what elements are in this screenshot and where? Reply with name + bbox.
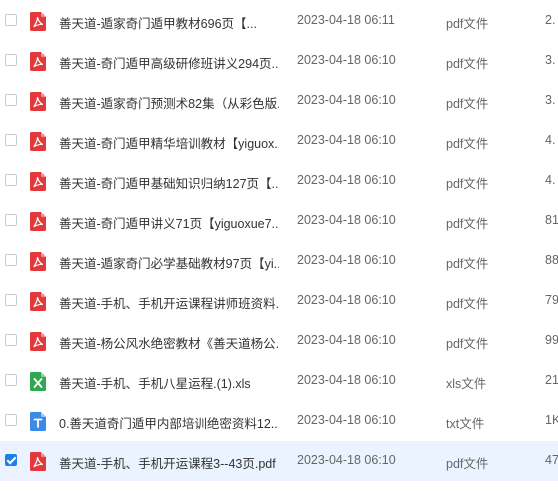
file-modified-date: 2023-04-18 06:10 xyxy=(297,373,396,387)
file-modified-date: 2023-04-18 06:10 xyxy=(297,453,396,467)
file-row-selected[interactable]: 善天道-手机、手机开运课程3--43页.pdf 2023-04-18 06:10… xyxy=(0,441,558,481)
file-type: txt文件 xyxy=(446,417,485,431)
file-size: 21 xyxy=(545,373,558,387)
file-name[interactable]: 善天道-奇门遁甲讲义71页【yiguoxue7... xyxy=(59,213,279,232)
file-size: 88 xyxy=(545,253,558,267)
xls-icon xyxy=(30,372,46,391)
file-name[interactable]: 善天道-奇门遁甲高级研修班讲义294页... xyxy=(59,53,279,72)
file-type: pdf文件 xyxy=(446,337,489,351)
row-checkbox[interactable] xyxy=(5,254,17,266)
file-name[interactable]: 善天道-奇门遁甲基础知识归纳127页【... xyxy=(59,173,279,192)
row-checkbox[interactable] xyxy=(5,134,17,146)
file-type: pdf文件 xyxy=(446,457,489,471)
file-type: pdf文件 xyxy=(446,217,489,231)
file-size: 3. xyxy=(545,93,556,107)
file-size: 3. xyxy=(545,53,556,67)
pdf-icon xyxy=(30,92,46,111)
file-row[interactable]: 善天道-手机、手机八星运程.(1).xls 2023-04-18 06:10 x… xyxy=(0,361,558,401)
pdf-icon xyxy=(30,452,46,471)
file-type: xls文件 xyxy=(446,377,487,391)
file-modified-date: 2023-04-18 06:11 xyxy=(297,13,395,27)
file-modified-date: 2023-04-18 06:10 xyxy=(297,93,396,107)
file-size: 99 xyxy=(545,333,558,347)
file-row[interactable]: 善天道-遁家奇门必学基础教材97页【yi... 2023-04-18 06:10… xyxy=(0,241,558,281)
row-checkbox[interactable] xyxy=(5,94,17,106)
pdf-icon xyxy=(30,132,46,151)
row-checkbox[interactable] xyxy=(5,374,17,386)
file-row[interactable]: 善天道-手机、手机开运课程讲师班资料... 2023-04-18 06:10 p… xyxy=(0,281,558,321)
row-checkbox[interactable] xyxy=(5,334,17,346)
file-type: pdf文件 xyxy=(446,97,489,111)
pdf-icon xyxy=(30,252,46,271)
file-type: pdf文件 xyxy=(446,17,489,31)
file-type: pdf文件 xyxy=(446,257,489,271)
file-name[interactable]: 善天道-遁家奇门遁甲教材696页【... xyxy=(59,13,279,32)
file-name[interactable]: 善天道-杨公风水绝密教材《善天道杨公... xyxy=(59,333,279,352)
file-row[interactable]: 善天道-奇门遁甲基础知识归纳127页【... 2023-04-18 06:10 … xyxy=(0,161,558,201)
file-list: 善天道-遁家奇门遁甲教材696页【... 2023-04-18 06:11 pd… xyxy=(0,0,558,491)
file-type: pdf文件 xyxy=(446,137,489,151)
file-size: 1K xyxy=(545,413,558,427)
file-row[interactable]: 善天道-奇门遁甲精华培训教材【yiguox... 2023-04-18 06:1… xyxy=(0,121,558,161)
file-modified-date: 2023-04-18 06:10 xyxy=(297,53,396,67)
file-name[interactable]: 善天道-手机、手机开运课程讲师班资料... xyxy=(59,293,279,312)
file-modified-date: 2023-04-18 06:10 xyxy=(297,133,396,147)
pdf-icon xyxy=(30,52,46,71)
file-modified-date: 2023-04-18 06:10 xyxy=(297,333,396,347)
row-checkbox[interactable] xyxy=(5,294,17,306)
file-size: 4. xyxy=(545,173,556,187)
file-row[interactable]: 0.善天道奇门遁甲内部培训绝密资料12... 2023-04-18 06:10 … xyxy=(0,401,558,441)
file-modified-date: 2023-04-18 06:10 xyxy=(297,293,396,307)
file-type: pdf文件 xyxy=(446,177,489,191)
file-name[interactable]: 善天道-遁家奇门预测术82集（从彩色版... xyxy=(59,93,279,112)
file-row[interactable]: 善天道-奇门遁甲讲义71页【yiguoxue7... 2023-04-18 06… xyxy=(0,201,558,241)
file-name[interactable]: 0.善天道奇门遁甲内部培训绝密资料12... xyxy=(59,413,279,432)
row-checkbox-checked[interactable] xyxy=(5,454,17,466)
txt-icon xyxy=(30,412,46,431)
file-type: pdf文件 xyxy=(446,297,489,311)
file-row[interactable]: 善天道-遁家奇门预测术82集（从彩色版... 2023-04-18 06:10 … xyxy=(0,81,558,121)
row-checkbox[interactable] xyxy=(5,174,17,186)
file-modified-date: 2023-04-18 06:10 xyxy=(297,173,396,187)
pdf-icon xyxy=(30,12,46,31)
row-checkbox[interactable] xyxy=(5,214,17,226)
file-size: 81 xyxy=(545,213,558,227)
file-name[interactable]: 善天道-遁家奇门必学基础教材97页【yi... xyxy=(59,253,279,272)
file-modified-date: 2023-04-18 06:10 xyxy=(297,413,396,427)
file-name[interactable]: 善天道-手机、手机开运课程3--43页.pdf xyxy=(59,453,279,472)
row-checkbox[interactable] xyxy=(5,14,17,26)
file-size: 47 xyxy=(545,453,558,467)
file-name[interactable]: 善天道-奇门遁甲精华培训教材【yiguox... xyxy=(59,133,279,152)
pdf-icon xyxy=(30,172,46,191)
row-checkbox[interactable] xyxy=(5,414,17,426)
row-checkbox[interactable] xyxy=(5,54,17,66)
file-modified-date: 2023-04-18 06:10 xyxy=(297,213,396,227)
file-type: pdf文件 xyxy=(446,57,489,71)
file-size: 2. xyxy=(545,13,556,27)
pdf-icon xyxy=(30,332,46,351)
file-row[interactable]: 善天道-杨公风水绝密教材《善天道杨公... 2023-04-18 06:10 p… xyxy=(0,321,558,361)
pdf-icon xyxy=(30,292,46,311)
pdf-icon xyxy=(30,212,46,231)
file-size: 79 xyxy=(545,293,558,307)
file-row[interactable]: 善天道-奇门遁甲高级研修班讲义294页... 2023-04-18 06:10 … xyxy=(0,41,558,81)
file-size: 4. xyxy=(545,133,556,147)
file-row[interactable]: 善天道-遁家奇门遁甲教材696页【... 2023-04-18 06:11 pd… xyxy=(0,1,558,41)
file-name[interactable]: 善天道-手机、手机八星运程.(1).xls xyxy=(59,373,279,392)
file-modified-date: 2023-04-18 06:10 xyxy=(297,253,396,267)
